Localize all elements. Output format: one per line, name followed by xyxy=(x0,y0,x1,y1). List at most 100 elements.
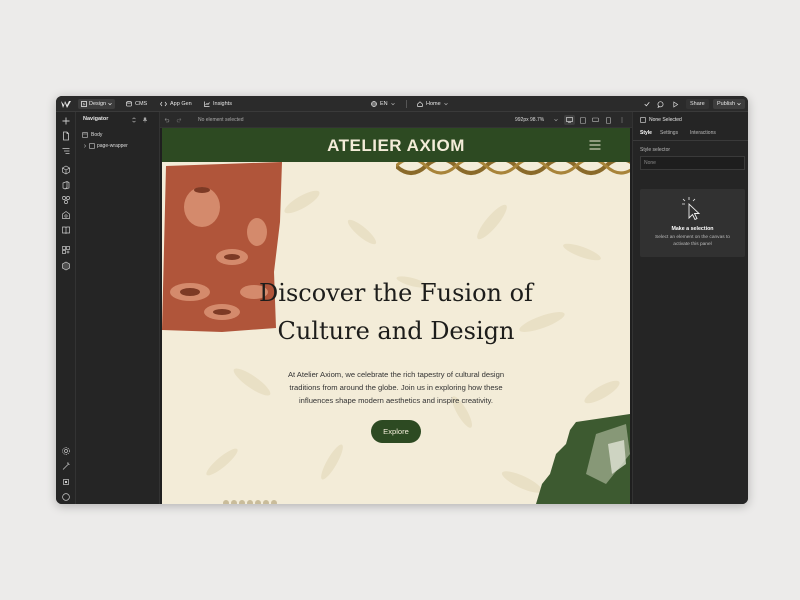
div-block-icon xyxy=(89,143,95,149)
tree-item-page-wrapper[interactable]: page-wrapper xyxy=(83,143,128,149)
expand-collapse-icon[interactable] xyxy=(131,117,137,123)
home-icon xyxy=(417,101,423,107)
undo-icon[interactable] xyxy=(164,117,170,123)
redo-icon[interactable] xyxy=(176,117,182,123)
assets-icon[interactable] xyxy=(61,210,71,220)
components-icon[interactable] xyxy=(61,165,71,175)
code-icon xyxy=(160,101,167,107)
insights-label: Insights xyxy=(213,101,232,107)
checkbox-icon xyxy=(640,117,646,123)
navigator-title: Navigator xyxy=(83,116,109,122)
cms-button[interactable]: CMS xyxy=(126,96,147,112)
design-canvas[interactable]: ATELIER AXIOM Discover the Fusion of Cul… xyxy=(160,128,632,504)
libraries-icon[interactable] xyxy=(61,261,71,271)
selection-indicator: None Selected xyxy=(640,117,682,123)
help-icon[interactable] xyxy=(61,492,71,502)
database-icon xyxy=(126,101,132,107)
tree-item-label: page-wrapper xyxy=(97,143,128,149)
app-gen-label: App Gen xyxy=(170,101,192,107)
style-panel: None Selected Style Settings Interaction… xyxy=(632,112,748,504)
webflow-logo-icon[interactable] xyxy=(61,96,71,112)
site-header: ATELIER AXIOM xyxy=(162,128,630,162)
mobile-landscape-icon[interactable] xyxy=(592,117,599,123)
checkmark-icon[interactable] xyxy=(644,96,650,112)
chevron-down-icon xyxy=(390,102,395,106)
page-label: Home xyxy=(426,101,441,107)
locale-label: EN xyxy=(380,101,388,107)
selection-label: None Selected xyxy=(649,117,682,123)
viewport-size[interactable]: 992px 98.7% xyxy=(515,117,544,123)
tab-style[interactable]: Style xyxy=(640,130,652,136)
publish-label: Publish xyxy=(717,101,736,107)
style-selector-label: Style selector xyxy=(640,147,671,153)
top-bar: Design CMS App Gen Insights EN Home Shar… xyxy=(56,96,748,112)
design-icon xyxy=(81,101,87,107)
audit-icon[interactable] xyxy=(61,477,71,487)
hero-headline-line: Discover the Fusion of xyxy=(259,279,533,307)
app-gen-button[interactable]: App Gen xyxy=(160,96,192,112)
brand-logo[interactable]: ATELIER AXIOM xyxy=(162,136,630,156)
chevron-down-icon[interactable] xyxy=(554,118,558,122)
tab-interactions[interactable]: Interactions xyxy=(690,130,716,136)
locale-selector[interactable]: EN xyxy=(371,96,395,112)
left-toolbar xyxy=(56,112,76,504)
hamburger-menu-icon[interactable] xyxy=(589,140,601,150)
pin-icon[interactable] xyxy=(142,117,148,123)
preview-play-icon[interactable] xyxy=(672,96,679,112)
chevron-right-icon[interactable] xyxy=(83,144,87,148)
explore-button[interactable]: Explore xyxy=(371,420,421,443)
share-label: Share xyxy=(690,101,705,107)
editor-window: Design CMS App Gen Insights EN Home Shar… xyxy=(56,96,748,504)
chart-icon xyxy=(204,101,210,107)
hero-body-line: traditions from around the globe. Join u… xyxy=(289,383,503,392)
apps-icon[interactable] xyxy=(61,245,71,255)
hero-body: At Atelier Axiom, we celebrate the rich … xyxy=(162,368,630,407)
navigator-panel: Navigator Body page-wrapper xyxy=(76,112,160,504)
hero-headline: Discover the Fusion of Culture and Desig… xyxy=(162,274,630,350)
magic-wand-icon[interactable] xyxy=(61,461,71,471)
styles-icon[interactable] xyxy=(61,180,71,190)
empty-state-card: Make a selection Select an element on th… xyxy=(640,189,745,257)
variables-icon[interactable] xyxy=(61,195,71,205)
cms-collections-icon[interactable] xyxy=(61,225,71,235)
cms-label: CMS xyxy=(135,101,148,107)
tablet-icon[interactable] xyxy=(580,117,586,124)
cursor-click-icon xyxy=(682,197,701,220)
empty-state-title: Make a selection xyxy=(671,226,714,232)
empty-state-text: activate this panel xyxy=(673,242,712,247)
settings-gear-icon[interactable] xyxy=(61,446,71,456)
body-element-icon xyxy=(82,132,88,138)
desktop-icon xyxy=(566,117,573,123)
insights-button[interactable]: Insights xyxy=(204,96,232,112)
textile-photo xyxy=(536,414,630,504)
share-button[interactable]: Share xyxy=(686,96,709,112)
panel-tabs: Style Settings Interactions xyxy=(633,126,748,141)
add-element-icon[interactable] xyxy=(61,116,71,126)
navigator-icon[interactable] xyxy=(61,146,71,156)
hero-body-line: influences shape modern aesthetics and i… xyxy=(298,396,494,405)
style-selector-input[interactable]: None xyxy=(640,156,745,170)
design-mode-button[interactable]: Design xyxy=(78,96,116,112)
breakpoint-desktop-selected[interactable] xyxy=(564,115,575,125)
page-selector[interactable]: Home xyxy=(417,96,448,112)
canvas-toolbar: No element selected 992px 98.7% xyxy=(160,112,632,128)
chevron-down-icon xyxy=(443,102,448,106)
selection-status: No element selected xyxy=(198,117,244,123)
site-preview[interactable]: ATELIER AXIOM Discover the Fusion of Cul… xyxy=(162,128,630,504)
comments-icon[interactable] xyxy=(657,96,664,112)
publish-button[interactable]: Publish xyxy=(713,96,746,112)
mobile-portrait-icon[interactable] xyxy=(606,117,611,124)
pages-icon[interactable] xyxy=(61,131,71,141)
scallop-edge xyxy=(223,500,277,504)
hero-body-line: At Atelier Axiom, we celebrate the rich … xyxy=(287,370,505,379)
chevron-down-icon xyxy=(108,102,112,106)
empty-state-text: Select an element on the canvas to xyxy=(655,235,730,240)
chevron-down-icon xyxy=(737,102,741,106)
globe-icon xyxy=(371,101,377,107)
design-mode-label: Design xyxy=(89,101,107,107)
tree-item-body[interactable]: Body xyxy=(82,132,102,138)
hero-headline-line: Culture and Design xyxy=(277,317,515,345)
more-options-icon[interactable] xyxy=(619,117,625,123)
tree-item-label: Body xyxy=(91,132,103,138)
tab-settings[interactable]: Settings xyxy=(660,130,678,136)
